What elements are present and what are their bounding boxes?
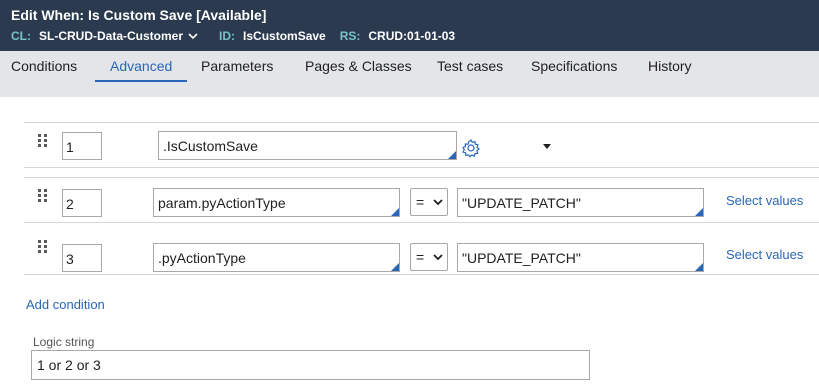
condition-right-text: "UPDATE_PATCH" — [462, 250, 581, 266]
condition-right-input[interactable]: "UPDATE_PATCH" — [457, 188, 704, 217]
drag-handle-icon[interactable] — [38, 240, 50, 254]
rs-value: CRUD:01-01-03 — [368, 29, 456, 43]
cl-label: CL: — [11, 29, 31, 43]
select-values-link[interactable]: Select values — [726, 247, 803, 262]
condition-row-2: 2 param.pyActionType = "UPDATE_PATCH" Se… — [24, 177, 819, 223]
condition-left-text: .pyActionType — [158, 250, 246, 266]
condition-left-input[interactable]: .pyActionType — [153, 243, 400, 272]
header-meta: CL: SL-CRUD-Data-Customer ID: IsCustomSa… — [11, 29, 455, 43]
operator-select[interactable]: = — [410, 188, 448, 216]
active-tab-indicator — [95, 80, 187, 82]
select-chevron-icon — [433, 199, 443, 206]
logic-string-label: Logic string — [33, 335, 95, 349]
header-bar: Edit When: Is Custom Save [Available] CL… — [0, 0, 819, 51]
autocomplete-corner-icon — [695, 208, 703, 216]
autocomplete-corner-icon — [391, 208, 399, 216]
condition-expression-input[interactable]: .IsCustomSave — [158, 131, 457, 160]
gear-icon[interactable] — [461, 138, 481, 158]
dropdown-caret-icon[interactable] — [543, 144, 551, 149]
tab-specifications[interactable]: Specifications — [531, 58, 617, 74]
condition-number-input[interactable]: 1 — [62, 132, 102, 160]
select-values-link[interactable]: Select values — [726, 193, 803, 208]
condition-expression-text: .IsCustomSave — [163, 138, 258, 154]
id-value: IsCustomSave — [243, 29, 326, 43]
tab-test-cases[interactable]: Test cases — [437, 58, 503, 74]
condition-row-3: 3 .pyActionType = "UPDATE_PATCH" Select … — [24, 229, 819, 275]
tab-bar: Conditions Advanced Parameters Pages & C… — [0, 51, 819, 97]
drag-handle-icon[interactable] — [38, 189, 50, 203]
operator-value: = — [416, 249, 425, 265]
condition-left-input[interactable]: param.pyActionType — [153, 188, 400, 217]
tab-history[interactable]: History — [648, 58, 692, 74]
logic-string-input[interactable]: 1 or 2 or 3 — [31, 350, 590, 380]
condition-number-input[interactable]: 2 — [62, 189, 102, 217]
autocomplete-corner-icon — [695, 263, 703, 271]
id-label: ID: — [219, 29, 236, 43]
tab-parameters[interactable]: Parameters — [201, 58, 273, 74]
operator-value: = — [416, 194, 425, 210]
select-chevron-icon — [433, 254, 443, 261]
drag-handle-icon[interactable] — [38, 134, 50, 148]
autocomplete-corner-icon — [391, 263, 399, 271]
condition-right-input[interactable]: "UPDATE_PATCH" — [457, 243, 704, 272]
condition-row-1: 1 .IsCustomSave — [24, 122, 819, 168]
tab-advanced[interactable]: Advanced — [110, 58, 172, 74]
tab-conditions[interactable]: Conditions — [11, 58, 77, 74]
chevron-down-icon[interactable] — [187, 30, 199, 42]
operator-select[interactable]: = — [410, 243, 448, 271]
add-condition-link[interactable]: Add condition — [26, 297, 105, 312]
cl-value[interactable]: SL-CRUD-Data-Customer — [39, 29, 183, 43]
rs-label: RS: — [339, 29, 361, 43]
tab-pages-classes[interactable]: Pages & Classes — [305, 58, 412, 74]
page-title: Edit When: Is Custom Save [Available] — [11, 7, 267, 23]
autocomplete-corner-icon — [448, 151, 456, 159]
condition-left-text: param.pyActionType — [158, 195, 286, 211]
condition-number-input[interactable]: 3 — [62, 244, 102, 272]
condition-right-text: "UPDATE_PATCH" — [462, 195, 581, 211]
